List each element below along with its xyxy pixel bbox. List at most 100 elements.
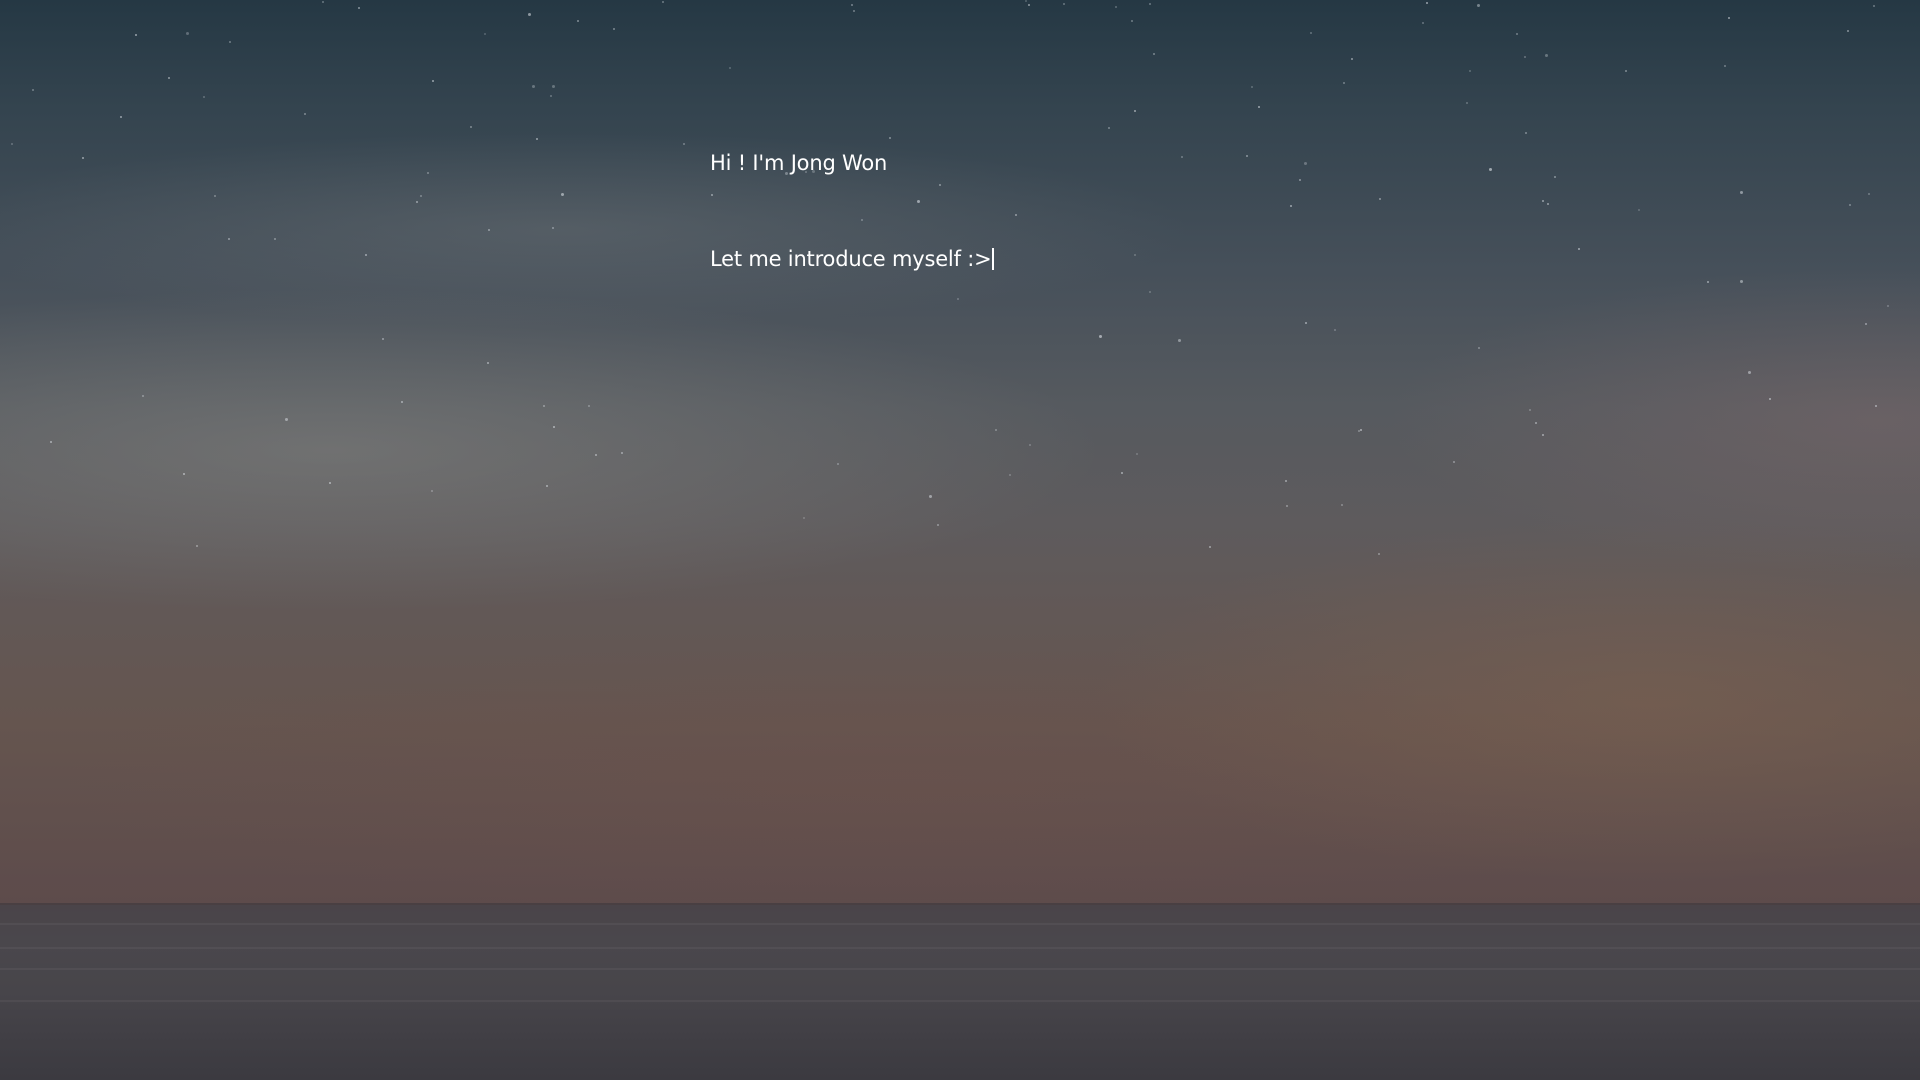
star xyxy=(528,13,531,16)
star xyxy=(1025,0,1027,2)
star xyxy=(488,229,490,231)
star xyxy=(1638,209,1640,211)
star xyxy=(1134,110,1136,112)
star xyxy=(1525,132,1527,134)
background-scene xyxy=(0,0,1920,1080)
star xyxy=(561,193,564,196)
star xyxy=(1153,53,1155,55)
sea-streak xyxy=(0,968,1920,970)
star xyxy=(1121,472,1123,474)
star xyxy=(1028,4,1030,6)
star xyxy=(322,1,324,3)
star xyxy=(1343,82,1345,84)
star xyxy=(142,395,144,397)
greeting-text: Hi ! I'm Jong Won xyxy=(710,151,887,175)
star xyxy=(183,473,185,475)
star xyxy=(1258,106,1260,108)
greeting-label: Hi ! I'm Jong Won xyxy=(710,151,888,175)
star xyxy=(536,138,538,140)
star xyxy=(1516,33,1518,35)
star xyxy=(11,143,13,145)
star xyxy=(803,517,805,519)
star xyxy=(1299,179,1301,181)
star xyxy=(229,41,231,43)
star xyxy=(621,452,623,454)
star xyxy=(1063,3,1065,5)
star xyxy=(1360,429,1362,431)
star xyxy=(957,298,959,300)
star xyxy=(1868,193,1870,195)
star xyxy=(1286,505,1288,507)
star xyxy=(1466,102,1468,104)
star xyxy=(553,426,555,428)
star xyxy=(1489,168,1492,171)
star xyxy=(662,1,664,3)
star xyxy=(1285,480,1287,482)
star xyxy=(1524,56,1526,58)
star xyxy=(1426,2,1428,4)
star xyxy=(1305,322,1307,324)
star xyxy=(484,33,486,35)
subline-label: Let me introduce myself :> xyxy=(710,247,992,271)
star xyxy=(1115,6,1117,8)
star xyxy=(937,524,939,526)
star xyxy=(1304,162,1307,165)
star xyxy=(683,143,685,145)
star xyxy=(304,113,306,115)
star xyxy=(120,116,122,118)
star xyxy=(196,545,198,547)
star xyxy=(995,429,997,431)
sea-streak xyxy=(0,947,1920,949)
star xyxy=(1724,65,1726,67)
star xyxy=(889,137,891,139)
star xyxy=(1251,86,1253,88)
star xyxy=(552,227,554,229)
sea-streak xyxy=(0,923,1920,925)
star xyxy=(1847,30,1849,32)
star xyxy=(1535,422,1537,424)
star xyxy=(1728,17,1730,19)
star xyxy=(1542,434,1544,436)
star xyxy=(1469,70,1471,72)
star xyxy=(186,32,189,35)
star xyxy=(1290,205,1292,207)
star xyxy=(1578,248,1580,250)
star xyxy=(82,157,84,159)
star xyxy=(851,4,853,6)
star xyxy=(1341,504,1343,506)
typing-text: Let me introduce myself :> xyxy=(710,247,994,271)
star xyxy=(203,96,205,98)
star xyxy=(358,7,360,9)
star xyxy=(861,219,863,221)
star xyxy=(1873,5,1875,7)
star xyxy=(1246,155,1248,157)
star xyxy=(228,238,230,240)
star xyxy=(487,362,489,364)
star xyxy=(1545,54,1548,57)
star xyxy=(1181,156,1183,158)
star xyxy=(168,77,170,79)
star xyxy=(1209,546,1211,548)
star xyxy=(853,10,855,12)
text-cursor xyxy=(991,248,994,270)
star xyxy=(546,485,548,487)
sea-streak xyxy=(0,1000,1920,1002)
star xyxy=(577,20,579,22)
star xyxy=(1310,32,1312,34)
star xyxy=(1422,22,1424,24)
star xyxy=(552,85,555,88)
star-field xyxy=(0,0,1920,600)
star xyxy=(1740,191,1743,194)
star xyxy=(711,194,713,196)
star xyxy=(1029,444,1031,446)
star xyxy=(1131,20,1133,22)
star xyxy=(1887,305,1889,307)
star xyxy=(1108,127,1110,129)
star xyxy=(1554,176,1556,178)
star xyxy=(532,85,535,88)
star xyxy=(1865,323,1867,325)
star xyxy=(837,463,839,465)
star xyxy=(1351,58,1353,60)
star xyxy=(588,405,590,407)
star xyxy=(1134,254,1136,256)
